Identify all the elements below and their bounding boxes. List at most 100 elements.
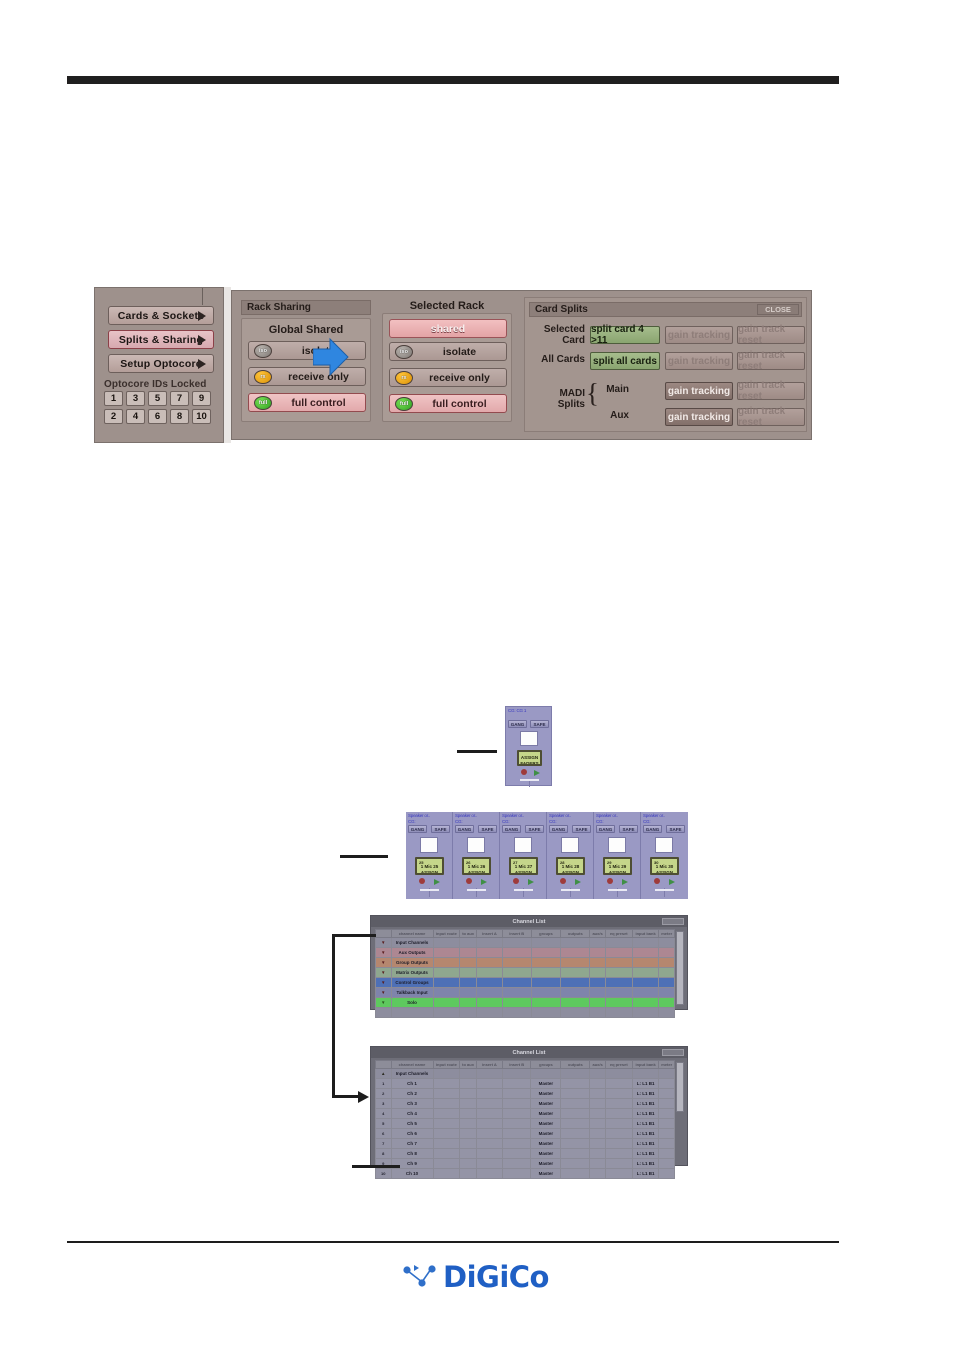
channel-strip[interactable]: Speaker or.. CG: GANG SAFE 28 1 Mic 28 A… <box>547 812 594 899</box>
cell-to-aux[interactable] <box>459 1078 477 1089</box>
cell[interactable] <box>560 987 591 998</box>
play-arrow-icon[interactable] <box>575 879 581 885</box>
all-cards-gain-tracking-button[interactable]: gain tracking <box>665 352 733 370</box>
strip-color-box[interactable] <box>655 837 673 853</box>
cell-groups[interactable]: Master <box>530 1078 562 1089</box>
play-arrow-icon[interactable] <box>534 770 540 776</box>
cell-insert-a[interactable] <box>475 1158 503 1169</box>
global-full-control-button[interactable]: full full control <box>248 393 366 412</box>
cell-outputs[interactable] <box>560 1148 591 1159</box>
cell[interactable] <box>530 997 562 1008</box>
cell-meter[interactable] <box>658 1108 675 1119</box>
cell[interactable] <box>631 967 660 978</box>
nav-item-cards-sockets[interactable]: Cards & Sockets <box>108 306 214 325</box>
cell-to-aux[interactable] <box>459 1158 477 1169</box>
cell-input-bank[interactable]: L: L1 B1 <box>631 1128 660 1139</box>
col-input-route[interactable]: input route <box>432 929 461 938</box>
cell[interactable] <box>459 957 477 968</box>
record-dot-icon[interactable] <box>513 878 519 884</box>
row-expand-toggle[interactable]: ▼ <box>375 977 392 988</box>
cell[interactable] <box>589 947 606 958</box>
cell-input-bank[interactable]: L: L1 B1 <box>631 1098 660 1109</box>
record-dot-icon[interactable] <box>654 878 660 884</box>
fader-cap[interactable] <box>467 889 486 891</box>
safe-button[interactable]: SAFE <box>478 825 497 833</box>
selected-receive-only-button[interactable]: rx receive only <box>389 368 507 387</box>
cell[interactable] <box>501 977 532 988</box>
table-row[interactable]: 8 Ch 8 Master L: L1 B1 <box>375 1148 675 1159</box>
cell[interactable] <box>459 997 477 1008</box>
cell-groups[interactable]: Master <box>530 1108 562 1119</box>
cell-to-aux[interactable] <box>459 1088 477 1099</box>
cell[interactable] <box>475 937 503 948</box>
cell-outputs[interactable] <box>560 1108 591 1119</box>
cell-auxs[interactable] <box>589 1148 606 1159</box>
channel-strip[interactable]: Speaker or.. CG: GANG SAFE 29 1 Mic 29 A… <box>594 812 641 899</box>
cell[interactable] <box>459 977 477 988</box>
table-row[interactable]: 7 Ch 7 Master L: L1 B1 <box>375 1138 675 1149</box>
cell-insert-b[interactable] <box>501 1128 532 1139</box>
all-cards-gain-track-reset-button[interactable]: gain track reset <box>737 350 805 372</box>
row-expand-toggle[interactable]: ▼ <box>375 937 392 948</box>
row-channel-name[interactable]: Ch 5 <box>390 1118 434 1129</box>
cell[interactable] <box>432 997 461 1008</box>
safe-button[interactable]: SAFE <box>666 825 685 833</box>
col-insert-b[interactable]: insert B <box>501 1060 532 1069</box>
row-index[interactable]: 1 <box>375 1078 392 1089</box>
cell-to-aux[interactable] <box>459 1108 477 1119</box>
cell[interactable] <box>501 947 532 958</box>
play-arrow-icon[interactable] <box>622 879 628 885</box>
row-label[interactable]: Group Outputs <box>390 957 434 968</box>
table-row[interactable]: 1 Ch 1 Master L: L1 B1 <box>375 1078 675 1089</box>
table-row[interactable]: ▼ Group Outputs <box>375 957 675 968</box>
row-index[interactable]: 6 <box>375 1128 392 1139</box>
cell[interactable] <box>501 967 532 978</box>
cell[interactable] <box>530 957 562 968</box>
cell-input-route[interactable] <box>432 1118 461 1129</box>
cell-auxs[interactable] <box>589 1168 606 1179</box>
row-index[interactable]: 3 <box>375 1098 392 1109</box>
strip-lcd-display[interactable]: 28 1 Mic 28 ASSIGN <box>556 857 585 875</box>
cell-outputs[interactable] <box>560 1128 591 1139</box>
cell-input-route[interactable] <box>432 1138 461 1149</box>
cell-input-bank[interactable]: L: L1 B1 <box>631 1138 660 1149</box>
cell[interactable] <box>589 977 606 988</box>
cell[interactable] <box>530 977 562 988</box>
channel-strip[interactable]: Speaker or.. CG: GANG SAFE 30 1 Mic 30 A… <box>641 812 688 899</box>
play-arrow-icon[interactable] <box>669 879 675 885</box>
cell[interactable] <box>604 957 633 968</box>
row-channel-name[interactable]: Ch 4 <box>390 1108 434 1119</box>
optocore-id-cell[interactable]: 1 <box>104 391 123 406</box>
cell[interactable] <box>560 937 591 948</box>
split-card-button[interactable]: split card 4 >11 <box>590 324 660 346</box>
cell-input-route[interactable] <box>432 1158 461 1169</box>
cell[interactable] <box>658 997 675 1008</box>
strip-lcd-display[interactable]: 29 1 Mic 29 ASSIGN <box>603 857 632 875</box>
cell[interactable] <box>475 1068 503 1079</box>
cell[interactable] <box>658 937 675 948</box>
cell[interactable] <box>560 967 591 978</box>
record-dot-icon[interactable] <box>419 878 425 884</box>
cell-input-route[interactable] <box>432 1128 461 1139</box>
cell-eq-preset[interactable] <box>604 1078 633 1089</box>
channel-strip[interactable]: Speaker or.. CG: GANG SAFE 26 1 Mic 26 A… <box>453 812 500 899</box>
cell-to-aux[interactable] <box>459 1168 477 1179</box>
cell[interactable] <box>530 967 562 978</box>
cell-insert-b[interactable] <box>501 1108 532 1119</box>
selected-card-gain-track-reset-button[interactable]: gain track reset <box>737 324 805 346</box>
row-expand-toggle[interactable]: ▼ <box>375 967 392 978</box>
cell-eq-preset[interactable] <box>604 1148 633 1159</box>
fader-cap[interactable] <box>608 889 627 891</box>
cell-groups[interactable]: Master <box>530 1138 562 1149</box>
safe-button[interactable]: SAFE <box>431 825 450 833</box>
cell[interactable] <box>604 967 633 978</box>
safe-button[interactable]: SAFE <box>572 825 591 833</box>
fader-cap[interactable] <box>561 889 580 891</box>
record-dot-icon[interactable] <box>521 769 527 775</box>
cell-meter[interactable] <box>658 1098 675 1109</box>
cell-input-bank[interactable]: L: L1 B1 <box>631 1158 660 1169</box>
cell-meter[interactable] <box>658 1168 675 1179</box>
row-expand-toggle[interactable]: ▼ <box>375 957 392 968</box>
cell-input-bank[interactable]: L: L1 B1 <box>631 1108 660 1119</box>
col-insert-b[interactable]: insert B <box>501 929 532 938</box>
